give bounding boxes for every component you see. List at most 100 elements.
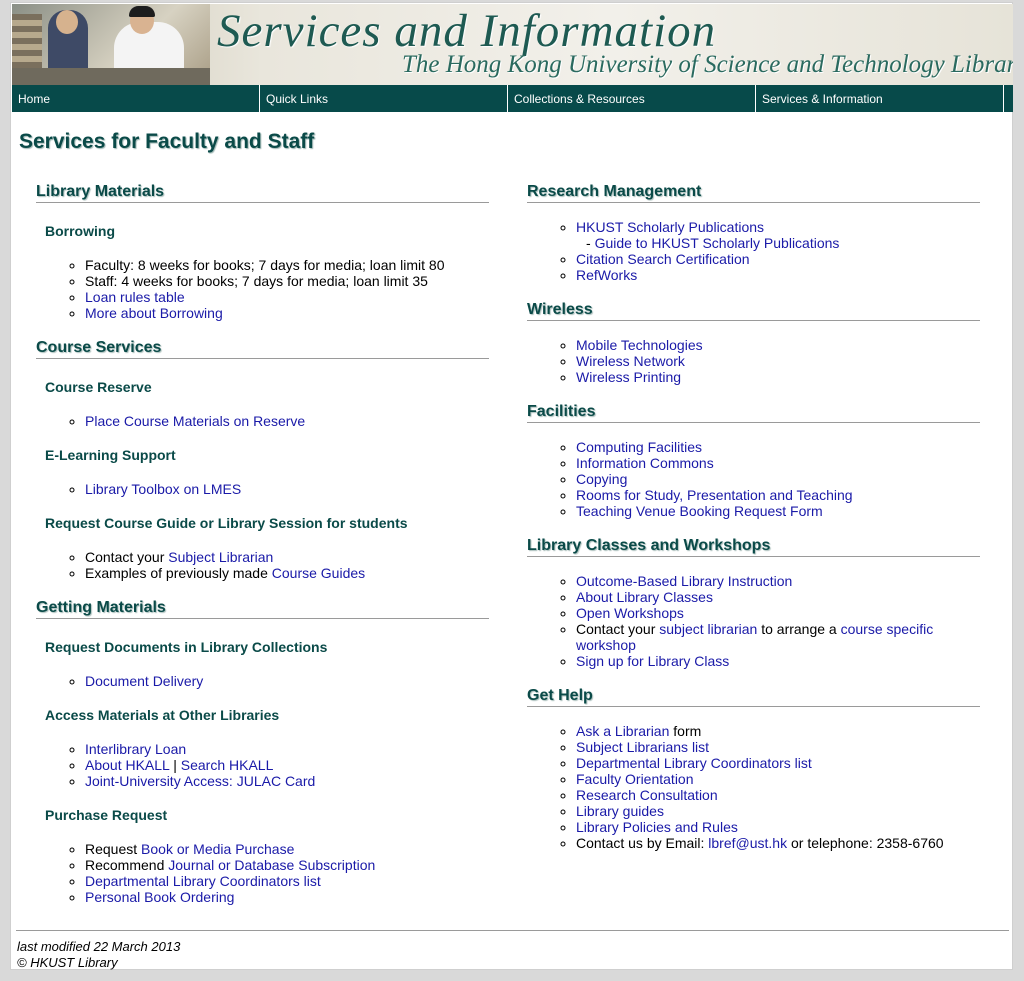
venue-booking-link[interactable]: Teaching Venue Booking Request Form (576, 503, 823, 519)
course-guides-link[interactable]: Course Guides (272, 565, 365, 581)
subject-librarian-link[interactable]: subject librarian (659, 621, 757, 637)
list-item: About HKALL | Search HKALL (85, 757, 489, 773)
subheading-request-documents: Request Documents in Library Collections (45, 639, 328, 655)
section-heading-wireless: Wireless (527, 301, 980, 321)
list-item: RefWorks (576, 267, 980, 283)
header-banner: Services and Information The Hong Kong U… (12, 4, 1013, 85)
section-heading-library-classes: Library Classes and Workshops (527, 537, 980, 557)
subheading-borrowing: Borrowing (45, 223, 115, 239)
nav-item-quick-links[interactable]: Quick Links (260, 85, 508, 112)
list-item: Faculty Orientation (576, 771, 980, 787)
place-reserve-link[interactable]: Place Course Materials on Reserve (85, 413, 305, 429)
nav-end-spacer (1004, 85, 1013, 112)
subheading-course-reserve: Course Reserve (45, 379, 152, 395)
list-text: form (669, 723, 702, 739)
faculty-orientation-link[interactable]: Faculty Orientation (576, 771, 694, 787)
research-consultation-link[interactable]: Research Consultation (576, 787, 718, 803)
signup-class-link[interactable]: Sign up for Library Class (576, 653, 729, 669)
banner-photo (12, 4, 210, 85)
section-heading-getting-materials: Getting Materials (36, 599, 489, 619)
main-navigation: Home Quick Links Collections & Resources… (12, 85, 1013, 112)
ask-librarian-link[interactable]: Ask a Librarian (576, 723, 669, 739)
open-workshops-link[interactable]: Open Workshops (576, 605, 684, 621)
wireless-network-link[interactable]: Wireless Network (576, 353, 685, 369)
help-list: Ask a Librarian form Subject Librarians … (527, 723, 980, 851)
list-text: Contact us by Email: (576, 835, 709, 851)
copyright: © HKUST Library (17, 955, 118, 970)
citation-search-link[interactable]: Citation Search Certification (576, 251, 750, 267)
interlibrary-loan-link[interactable]: Interlibrary Loan (85, 741, 186, 757)
list-item: Research Consultation (576, 787, 980, 803)
list-text: Recommend (85, 857, 169, 873)
list-text: Contact your (576, 621, 660, 637)
subject-librarian-link[interactable]: Subject Librarian (168, 549, 273, 565)
list-item: Library Policies and Rules (576, 819, 980, 835)
book-media-purchase-link[interactable]: Book or Media Purchase (141, 841, 294, 857)
subheading-other-libraries: Access Materials at Other Libraries (45, 707, 280, 723)
dept-coordinators-list-link[interactable]: Departmental Library Coordinators list (576, 755, 812, 771)
classes-list: Outcome-Based Library Instruction About … (527, 573, 980, 669)
borrowing-list: Faculty: 8 weeks for books; 7 days for m… (36, 257, 489, 321)
list-item: Loan rules table (85, 289, 489, 305)
list-item: Sign up for Library Class (576, 653, 980, 669)
subheading-request-course-guide: Request Course Guide or Library Session … (45, 515, 408, 531)
list-item: Faculty: 8 weeks for books; 7 days for m… (85, 257, 489, 273)
list-item: Outcome-Based Library Instruction (576, 573, 980, 589)
list-item: About Library Classes (576, 589, 980, 605)
list-item: Open Workshops (576, 605, 980, 621)
computing-facilities-link[interactable]: Computing Facilities (576, 439, 702, 455)
list-item: Computing Facilities (576, 439, 980, 455)
about-hkall-link[interactable]: About HKALL (85, 757, 169, 773)
list-item: Recommend Journal or Database Subscripti… (85, 857, 489, 873)
request-guide-list: Contact your Subject Librarian Examples … (36, 549, 489, 581)
footer-divider (16, 930, 1009, 931)
list-item: Examples of previously made Course Guide… (85, 565, 489, 581)
nav-item-collections-resources[interactable]: Collections & Resources (508, 85, 756, 112)
search-hkall-link[interactable]: Search HKALL (181, 757, 274, 773)
dept-coordinators-link[interactable]: Departmental Library Coordinators list (85, 873, 321, 889)
document-delivery-link[interactable]: Document Delivery (85, 673, 203, 689)
personal-book-ordering-link[interactable]: Personal Book Ordering (85, 889, 234, 905)
list-text: Examples of previously made (85, 565, 272, 581)
list-item: Wireless Printing (576, 369, 980, 385)
list-item: Library Toolbox on LMES (85, 481, 489, 497)
toolbox-lmes-link[interactable]: Library Toolbox on LMES (85, 481, 241, 497)
list-item: Request Book or Media Purchase (85, 841, 489, 857)
list-item: Citation Search Certification (576, 251, 980, 267)
list-text: Request (85, 841, 142, 857)
list-item: Rooms for Study, Presentation and Teachi… (576, 487, 980, 503)
information-commons-link[interactable]: Information Commons (576, 455, 714, 471)
refworks-link[interactable]: RefWorks (576, 267, 637, 283)
last-modified: last modified 22 March 2013 (17, 939, 181, 954)
more-borrowing-link[interactable]: More about Borrowing (85, 305, 223, 321)
nav-item-services-information[interactable]: Services & Information (756, 85, 1004, 112)
list-text: - (586, 235, 595, 251)
list-item: HKUST Scholarly Publications- Guide to H… (576, 219, 980, 251)
list-item: Contact us by Email: lbref@ust.hk or tel… (576, 835, 980, 851)
research-list: HKUST Scholarly Publications- Guide to H… (527, 219, 980, 283)
section-heading-facilities: Facilities (527, 403, 980, 423)
scholarly-publications-link[interactable]: HKUST Scholarly Publications (576, 219, 764, 235)
email-link[interactable]: lbref@ust.hk (708, 835, 787, 851)
rooms-link[interactable]: Rooms for Study, Presentation and Teachi… (576, 487, 853, 503)
list-item: Ask a Librarian form (576, 723, 980, 739)
list-item: Joint-University Access: JULAC Card (85, 773, 489, 789)
nav-item-home[interactable]: Home (12, 85, 260, 112)
subject-librarians-list-link[interactable]: Subject Librarians list (576, 739, 709, 755)
obli-link[interactable]: Outcome-Based Library Instruction (576, 573, 792, 589)
journal-subscription-link[interactable]: Journal or Database Subscription (168, 857, 375, 873)
julac-card-link[interactable]: Joint-University Access: JULAC Card (85, 773, 315, 789)
request-docs-list: Document Delivery (36, 673, 489, 689)
loan-rules-link[interactable]: Loan rules table (85, 289, 185, 305)
library-guides-link[interactable]: Library guides (576, 803, 664, 819)
copying-link[interactable]: Copying (576, 471, 627, 487)
page-title: Services for Faculty and Staff (19, 130, 315, 153)
mobile-tech-link[interactable]: Mobile Technologies (576, 337, 703, 353)
about-classes-link[interactable]: About Library Classes (576, 589, 713, 605)
list-item: Subject Librarians list (576, 739, 980, 755)
list-item: Personal Book Ordering (85, 889, 489, 905)
guide-scholarly-link[interactable]: Guide to HKUST Scholarly Publications (595, 235, 840, 251)
policies-rules-link[interactable]: Library Policies and Rules (576, 819, 738, 835)
wireless-printing-link[interactable]: Wireless Printing (576, 369, 681, 385)
list-text: to arrange a (757, 621, 841, 637)
